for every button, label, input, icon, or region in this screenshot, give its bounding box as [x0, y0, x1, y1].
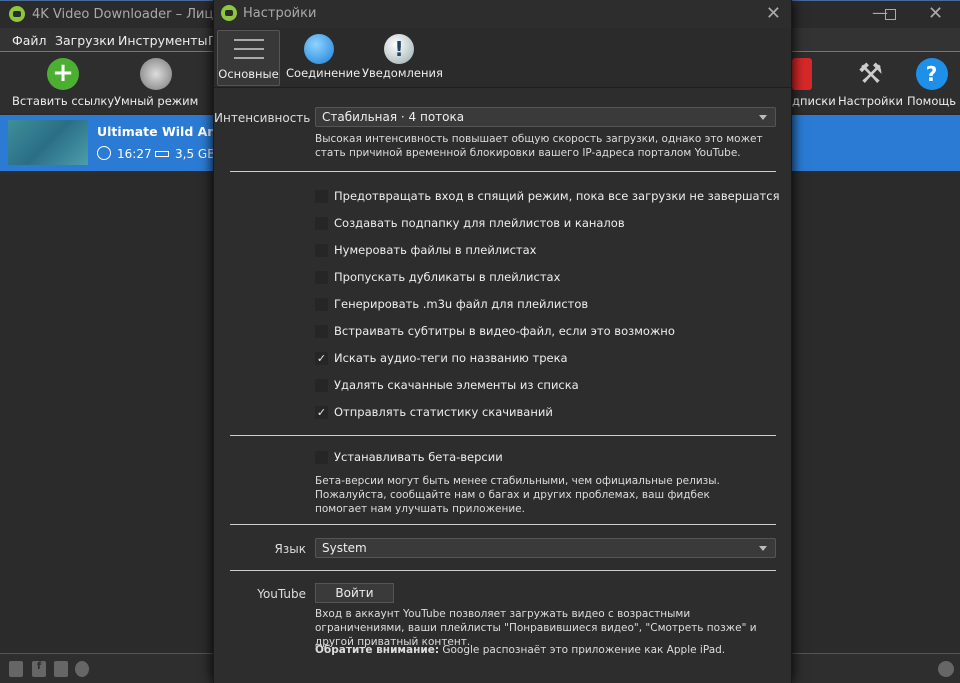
dialog-close-button[interactable]: ✕ — [766, 3, 781, 24]
intensity-label: Интенсивность — [214, 111, 311, 125]
intensity-select[interactable]: Стабильная · 4 потока — [315, 107, 776, 127]
option-label: Нумеровать файлы в плейлистах — [334, 243, 537, 257]
tab-label: Основные — [218, 67, 279, 81]
tab-label: Соединение — [286, 66, 361, 80]
tab-label: Уведомления — [362, 66, 443, 80]
youtube-label: YouTube — [257, 587, 306, 601]
option-checkbox[interactable]: Предотвращать вход в спящий режим, пока … — [315, 187, 780, 205]
size-icon — [155, 151, 169, 157]
language-select[interactable]: System — [315, 538, 776, 558]
video-size: 3,5 GB — [175, 147, 216, 161]
option-label: Отправлять статистику скачиваний — [334, 405, 553, 419]
reddit-icon[interactable] — [75, 661, 89, 677]
checkbox-box[interactable] — [315, 297, 328, 311]
option-checkbox[interactable]: Нумеровать файлы в плейлистах — [315, 241, 537, 259]
youtube-login-button[interactable]: Войти — [315, 583, 394, 603]
note-bold: Обратите внимание: — [315, 644, 440, 656]
menu-downloads[interactable]: Загрузки — [55, 33, 115, 48]
facebook-icon[interactable]: f — [32, 661, 46, 677]
option-checkbox[interactable]: Генерировать .m3u файл для плейлистов — [315, 295, 588, 313]
sliders-icon — [233, 39, 264, 59]
option-label: Встраивать субтитры в видео-файл, если э… — [334, 324, 675, 338]
video-thumbnail — [8, 120, 88, 165]
language-label: Язык — [274, 542, 306, 556]
app-logo-icon — [9, 6, 25, 22]
option-checkbox[interactable]: ✓ Искать аудио-теги по названию трека — [315, 349, 568, 367]
youtube-icon[interactable] — [9, 661, 23, 677]
menu-file[interactable]: Файл — [12, 33, 47, 48]
clock-icon — [97, 146, 111, 160]
settings-tabs: Основные Соединение ! Уведомления — [214, 28, 791, 88]
option-label: Удалять скачанные элементы из списка — [334, 378, 579, 392]
beta-label: Устанавливать бета-версии — [334, 450, 503, 464]
help-label: Помощь — [907, 94, 957, 108]
smart-mode-label: Умный режим — [114, 94, 199, 108]
dialog-title: Настройки — [243, 6, 317, 21]
settings-dialog: Настройки ✕ Основные Соединение ! Уведом… — [213, 0, 792, 683]
tab-connection[interactable]: Соединение — [286, 30, 360, 86]
option-label: Генерировать .m3u файл для плейлистов — [334, 297, 589, 311]
settings-label: Настройки — [838, 94, 903, 108]
option-checkbox[interactable]: Создавать подпапку для плейлистов и кана… — [315, 214, 625, 232]
option-label: Предотвращать вход в спящий режим, пока … — [334, 189, 780, 203]
youtube-note: Обратите внимание: Google распознаёт это… — [315, 643, 765, 657]
network-globe-icon — [304, 34, 334, 64]
divider — [230, 524, 776, 525]
dialog-title-bar: Настройки ✕ — [214, 0, 791, 28]
divider — [230, 171, 776, 172]
checkbox-box[interactable] — [315, 270, 328, 284]
lightbulb-icon — [140, 58, 173, 90]
subscriptions-icon — [792, 58, 812, 90]
paste-link-button[interactable]: + Вставить ссылку — [12, 58, 114, 108]
tab-general[interactable]: Основные — [217, 30, 280, 86]
add-link-icon: + — [47, 58, 80, 90]
beta-description: Бета-версии могут быть менее стабильными… — [315, 475, 720, 515]
checkbox-box[interactable] — [315, 243, 328, 257]
checkbox-box[interactable] — [315, 450, 328, 464]
help-button[interactable]: ? Помощь — [907, 58, 956, 108]
note-text: Google распознаёт это приложение как App… — [439, 644, 726, 656]
twitter-icon[interactable] — [54, 661, 68, 677]
close-button[interactable]: ✕ — [928, 3, 943, 24]
checkbox-box[interactable] — [315, 378, 328, 392]
menu-tools[interactable]: Инструменты — [118, 33, 207, 48]
option-checkbox[interactable]: ✓ Отправлять статистику скачиваний — [315, 403, 553, 421]
maximize-button[interactable] — [885, 9, 896, 20]
tab-notifications[interactable]: ! Уведомления — [362, 30, 443, 86]
smart-mode-button[interactable]: Умный режим — [114, 58, 198, 108]
option-checkbox[interactable]: Пропускать дубликаты в плейлистах — [315, 268, 560, 286]
checkbox-box[interactable] — [315, 216, 328, 230]
tools-icon: ⚒ — [857, 57, 884, 90]
exclamation-icon: ! — [384, 34, 414, 64]
subscriptions-button[interactable]: дписки — [792, 58, 836, 108]
checkbox-box[interactable] — [315, 189, 328, 203]
option-checkbox[interactable]: Встраивать субтитры в видео-файл, если э… — [315, 322, 675, 340]
checkbox-box[interactable] — [315, 324, 328, 338]
globe-icon[interactable] — [938, 661, 954, 677]
divider — [230, 435, 776, 436]
video-duration: 16:27 — [117, 147, 152, 161]
paste-link-label: Вставить ссылку — [12, 94, 115, 108]
checkbox-box[interactable]: ✓ — [315, 405, 328, 419]
beta-checkbox[interactable]: Устанавливать бета-версии — [315, 448, 503, 466]
option-label: Искать аудио-теги по названию трека — [334, 351, 568, 365]
subscriptions-label: дписки — [792, 94, 836, 108]
option-label: Создавать подпапку для плейлистов и кана… — [334, 216, 625, 230]
checkbox-box[interactable]: ✓ — [315, 351, 328, 365]
option-checkbox[interactable]: Удалять скачанные элементы из списка — [315, 376, 579, 394]
help-icon: ? — [915, 58, 948, 90]
divider — [230, 570, 776, 571]
settings-button[interactable]: ⚒ Настройки — [838, 57, 903, 109]
app-logo-icon — [221, 5, 237, 21]
intensity-description: Высокая интенсивность повышает общую ско… — [315, 133, 763, 159]
option-label: Пропускать дубликаты в плейлистах — [334, 270, 561, 284]
